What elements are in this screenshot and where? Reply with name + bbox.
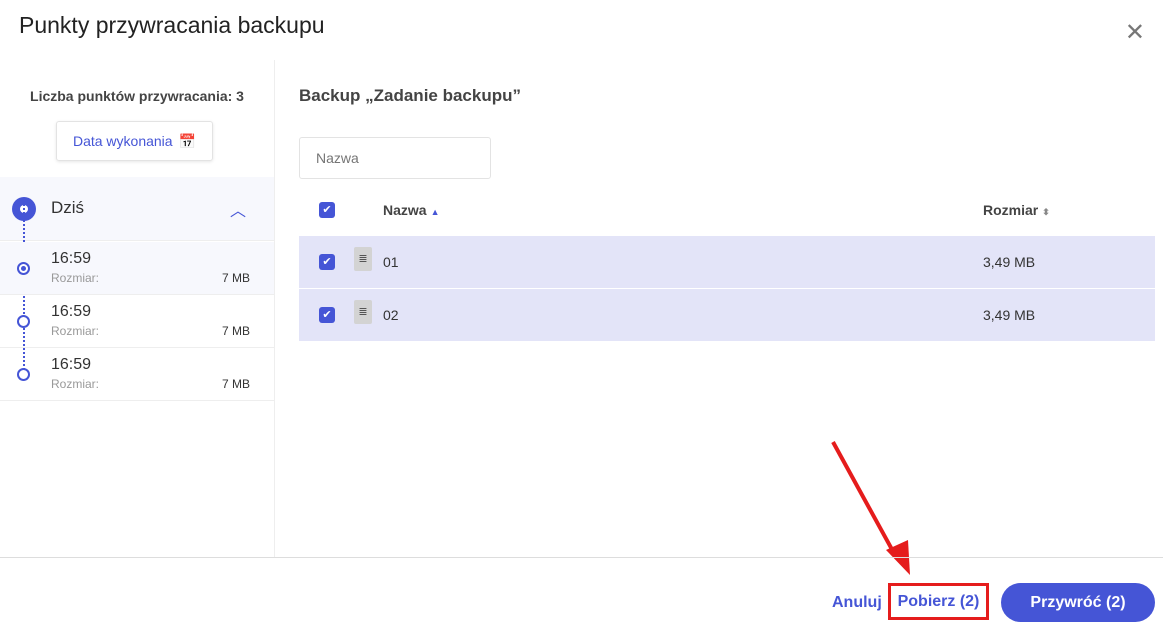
download-button[interactable]: Pobierz (2) <box>888 583 989 620</box>
dialog-footer: Anuluj Pobierz (2) Przywróć (2) <box>0 557 1163 623</box>
calendar-icon: 📅 <box>178 132 197 149</box>
close-icon[interactable]: ✕ <box>1125 18 1145 47</box>
sort-icon: ⬍ <box>1042 207 1050 217</box>
table-row[interactable]: ✔ ≣ 01 3,49 MB <box>299 236 1155 288</box>
table-row[interactable]: ✔ ≣ 02 3,49 MB <box>299 289 1155 341</box>
item-time: 16:59 <box>51 250 92 267</box>
column-size-header[interactable]: Rozmiar ⬍ <box>983 202 1050 218</box>
item-size: 7 MB <box>221 324 250 338</box>
restore-point-item[interactable]: 16:59 Rozmiar: 7 MB <box>0 348 274 401</box>
column-name-header[interactable]: Nazwa ▲ <box>383 202 440 218</box>
item-size: 7 MB <box>221 377 250 391</box>
column-name-label: Nazwa <box>383 202 427 218</box>
timeline-dot-icon <box>17 262 30 275</box>
backup-heading: Backup „Zadanie backupu” <box>299 86 521 105</box>
item-size-label: Rozmiar: <box>51 324 100 338</box>
row-name: 01 <box>383 254 399 270</box>
cancel-button[interactable]: Anuluj <box>832 594 882 612</box>
date-sort-label: Data wykonania <box>72 133 173 149</box>
timeline-dot-icon <box>17 315 30 328</box>
restore-points-panel: Liczba punktów przywracania: 3 Data wyko… <box>0 60 275 557</box>
row-size: 3,49 MB <box>983 307 1036 323</box>
item-size: 7 MB <box>221 271 250 285</box>
item-size-label: Rozmiar: <box>51 377 100 391</box>
restore-button[interactable]: Przywróć (2) <box>1001 583 1155 622</box>
group-today[interactable]: Dziś ︿ <box>0 177 274 241</box>
row-name: 02 <box>383 307 399 323</box>
item-time: 16:59 <box>51 356 92 373</box>
select-all-checkbox[interactable]: ✔ <box>319 202 335 218</box>
timeline-dot-icon <box>17 368 30 381</box>
database-file-icon: ≣ <box>354 247 372 271</box>
table-header: ✔ Nazwa ▲ Rozmiar ⬍ <box>299 184 1155 236</box>
database-file-icon: ≣ <box>354 300 372 324</box>
row-checkbox[interactable]: ✔ <box>319 254 335 270</box>
dialog-title: Punkty przywracania backupu <box>19 12 325 38</box>
restore-point-item[interactable]: 16:59 Rozmiar: 7 MB <box>0 295 274 348</box>
chevron-up-icon[interactable]: ︿ <box>230 197 246 221</box>
restore-points-count: Liczba punktów przywracania: 3 <box>30 88 244 104</box>
column-size-label: Rozmiar <box>983 202 1039 218</box>
item-size-label: Rozmiar: <box>51 271 100 285</box>
date-sort-button[interactable]: Data wykonania 📅 <box>56 121 213 161</box>
sort-icon: ▲ <box>430 207 440 217</box>
restore-point-item[interactable]: 16:59 Rozmiar: 7 MB <box>0 242 274 295</box>
item-time: 16:59 <box>51 303 92 320</box>
row-size: 3,49 MB <box>983 254 1036 270</box>
row-checkbox[interactable]: ✔ <box>319 307 335 323</box>
group-label: Dziś <box>51 198 85 217</box>
name-search-input[interactable] <box>299 137 491 179</box>
